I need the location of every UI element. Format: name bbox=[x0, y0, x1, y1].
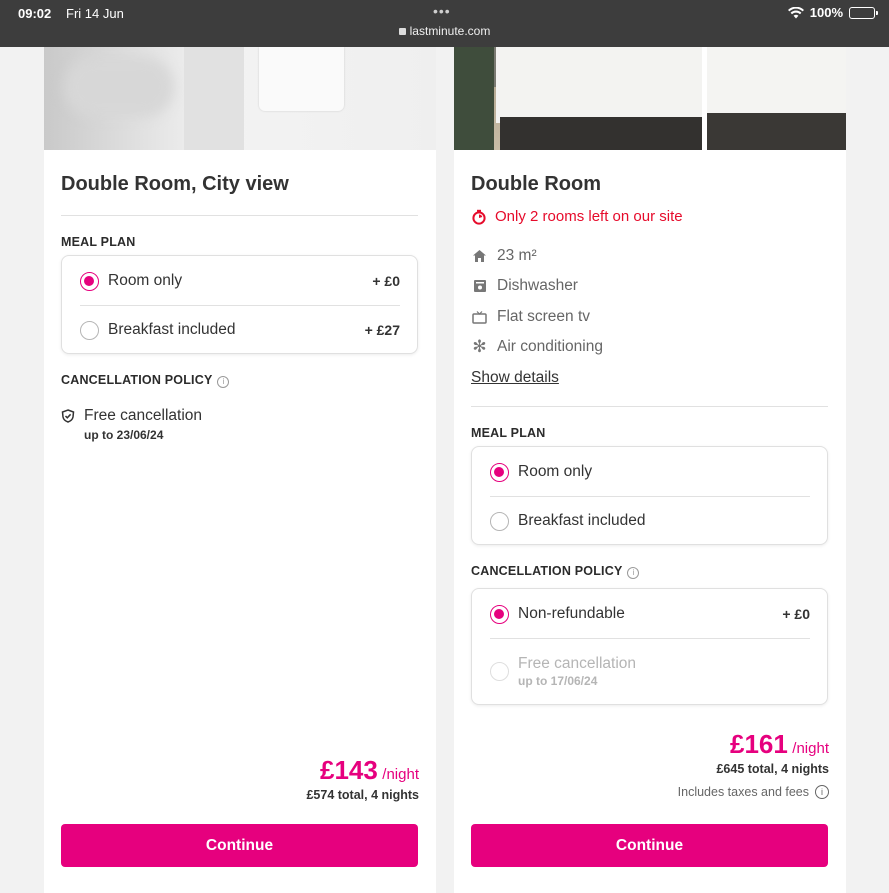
radio-unselected[interactable] bbox=[80, 320, 99, 340]
cancellation-label-text: CANCELLATION POLICY bbox=[471, 564, 623, 578]
address-bar[interactable]: lastminute.com bbox=[0, 24, 889, 38]
status-bar: 09:02 Fri 14 Jun ••• lastminute.com 100% bbox=[0, 0, 889, 47]
option-label: Breakfast included bbox=[518, 512, 646, 529]
taxes-note: Includes taxes and fees i bbox=[678, 785, 829, 799]
radio-selected[interactable] bbox=[490, 462, 509, 482]
tv-icon bbox=[471, 309, 488, 326]
home-icon bbox=[471, 248, 488, 265]
cancel-option-free-cancellation: Free cancellation up to 17/06/24 bbox=[490, 647, 810, 695]
urgency-text: Only 2 rooms left on our site bbox=[495, 208, 683, 225]
info-icon[interactable]: i bbox=[217, 376, 230, 388]
shield-check-icon bbox=[61, 409, 75, 423]
radio-unselected[interactable] bbox=[490, 511, 509, 531]
taxes-text: Includes taxes and fees bbox=[677, 785, 809, 799]
battery-icon bbox=[849, 6, 878, 19]
room-title: Double Room, City view bbox=[61, 173, 289, 195]
option-label: Room only bbox=[518, 463, 593, 480]
option-price: + £27 bbox=[364, 322, 400, 338]
snowflake-icon: ✻ bbox=[472, 337, 487, 356]
per-night-label: /night bbox=[382, 766, 419, 783]
cancellation-policy-label: CANCELLATION POLICY i bbox=[61, 373, 230, 388]
room-card-double: Double Room Only 2 rooms left on our sit… bbox=[454, 47, 846, 893]
radio-selected[interactable] bbox=[490, 604, 509, 624]
amenity-dishwasher: Dishwasher bbox=[471, 277, 578, 295]
meal-option-breakfast[interactable]: Breakfast included bbox=[490, 497, 810, 545]
status-date: Fri 14 Jun bbox=[66, 6, 124, 21]
cancellation-title: Free cancellation bbox=[84, 407, 203, 424]
amenity-label: Air conditioning bbox=[497, 338, 603, 355]
lock-icon bbox=[398, 28, 406, 35]
option-label: Room only bbox=[108, 272, 183, 289]
amenity-air-conditioning: ✻ Air conditioning bbox=[471, 337, 603, 356]
url-text: lastminute.com bbox=[409, 24, 491, 38]
meal-option-room-only[interactable]: Room only + £0 bbox=[80, 257, 400, 305]
status-indicators: 100% bbox=[787, 5, 878, 20]
option-label: Breakfast included bbox=[108, 321, 236, 338]
per-night-label: /night bbox=[792, 740, 829, 757]
room-photo-secondary[interactable] bbox=[707, 47, 846, 150]
amenity-tv: Flat screen tv bbox=[471, 308, 590, 326]
option-sub-date: up to 17/06/24 bbox=[518, 673, 598, 688]
meal-plan-label: MEAL PLAN bbox=[61, 235, 136, 249]
divider bbox=[61, 215, 418, 216]
room-title: Double Room bbox=[471, 173, 601, 195]
continue-button[interactable]: Continue bbox=[61, 824, 418, 867]
amenity-label: 23 m² bbox=[497, 247, 537, 264]
more-dots-icon[interactable]: ••• bbox=[433, 3, 451, 19]
info-icon[interactable]: i bbox=[627, 567, 640, 579]
price-per-night: £161 bbox=[730, 729, 788, 759]
radio-selected[interactable] bbox=[80, 271, 99, 291]
cancellation-policy-label: CANCELLATION POLICY i bbox=[471, 564, 640, 579]
amenity-label: Dishwasher bbox=[497, 277, 578, 294]
amenity-label: Flat screen tv bbox=[497, 308, 591, 325]
room-photo[interactable] bbox=[454, 47, 702, 150]
option-price: + £0 bbox=[372, 273, 400, 289]
price-total: £645 total, 4 nights bbox=[716, 762, 829, 776]
meal-plan-options: Room only Breakfast included bbox=[471, 446, 828, 545]
info-icon[interactable]: i bbox=[815, 785, 829, 799]
room-photo[interactable] bbox=[44, 47, 436, 150]
battery-percent: 100% bbox=[809, 5, 843, 20]
option-price: + £0 bbox=[782, 606, 810, 622]
status-time: 09:02 bbox=[18, 6, 52, 21]
meal-option-room-only[interactable]: Room only bbox=[490, 448, 810, 496]
price-summary: £161 /night £645 total, 4 nights Include… bbox=[678, 729, 829, 799]
availability-warning: Only 2 rooms left on our site bbox=[471, 208, 683, 225]
stopwatch-icon bbox=[472, 209, 486, 225]
price-summary: £143 /night £574 total, 4 nights bbox=[306, 755, 419, 802]
meal-plan-options: Room only + £0 Breakfast included + £27 bbox=[61, 255, 418, 354]
meal-option-breakfast[interactable]: Breakfast included + £27 bbox=[80, 306, 400, 354]
divider bbox=[471, 406, 828, 407]
cancellation-options: Non-refundable + £0 Free cancellation up… bbox=[471, 588, 828, 705]
option-label: Free cancellation up to 17/06/24 bbox=[518, 655, 810, 688]
show-details-link[interactable]: Show details bbox=[471, 369, 559, 387]
cancellation-info: Free cancellation up to 23/06/24 bbox=[61, 407, 202, 442]
cancellation-label-text: CANCELLATION POLICY bbox=[61, 373, 213, 387]
price-total: £574 total, 4 nights bbox=[306, 788, 419, 802]
cancellation-date: up to 23/06/24 bbox=[84, 428, 164, 442]
cancel-option-non-refundable[interactable]: Non-refundable + £0 bbox=[490, 590, 810, 638]
wifi-icon bbox=[787, 6, 804, 19]
option-label: Non-refundable bbox=[518, 605, 625, 622]
continue-button[interactable]: Continue bbox=[471, 824, 828, 867]
meal-plan-label: MEAL PLAN bbox=[471, 426, 546, 440]
dishwasher-icon bbox=[471, 278, 488, 295]
radio-disabled bbox=[490, 661, 509, 681]
option-label-text: Free cancellation bbox=[518, 654, 637, 672]
amenity-size: 23 m² bbox=[471, 247, 537, 265]
price-per-night: £143 bbox=[320, 755, 378, 785]
divider bbox=[490, 638, 810, 639]
room-card-city-view: Double Room, City view MEAL PLAN Room on… bbox=[44, 47, 436, 893]
